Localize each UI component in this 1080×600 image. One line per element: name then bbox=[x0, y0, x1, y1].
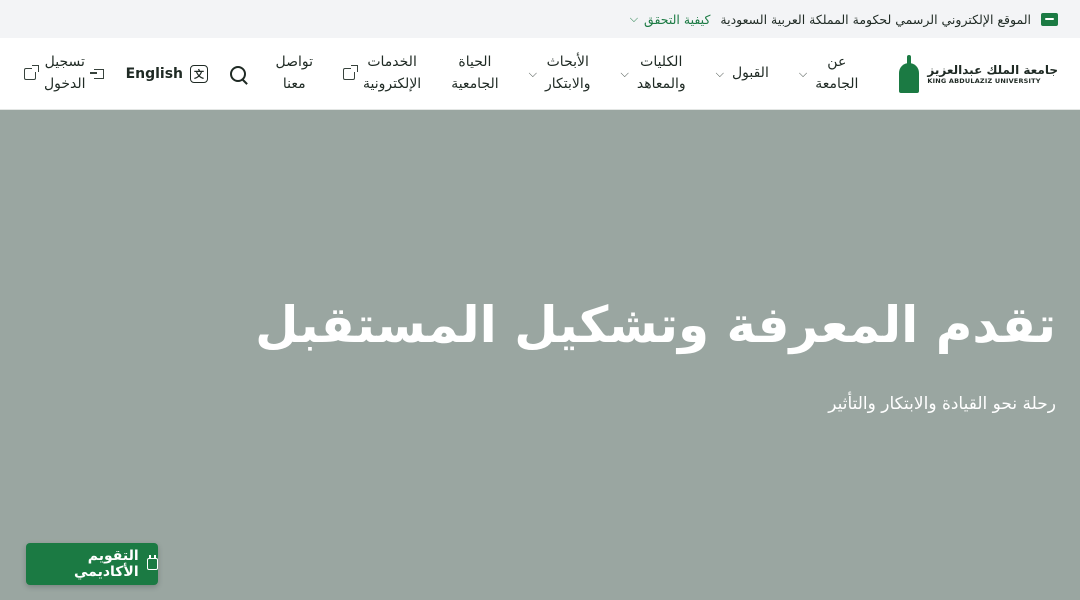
nav-item-campus-life[interactable]: الحياة الجامعية bbox=[436, 52, 513, 95]
verify-label: كيفية التحقق bbox=[644, 11, 711, 27]
nav-item-contact[interactable]: تواصل معنا bbox=[260, 52, 328, 95]
verify-link[interactable]: كيفية التحقق ⌵ bbox=[630, 12, 711, 27]
translate-icon: 文 bbox=[190, 64, 209, 83]
language-switch[interactable]: 文 English bbox=[126, 64, 209, 83]
calendar-icon bbox=[146, 555, 158, 570]
nav-item-colleges[interactable]: الكليات والمعاهد ⌵ bbox=[606, 52, 701, 95]
hero-subtitle: رحلة نحو القيادة والابتكار والتأثير bbox=[828, 394, 1056, 414]
hero-title: تقدم المعرفة وتشكيل المستقبل bbox=[255, 296, 1056, 354]
nav-menu: عن الجامعة ⌵ القبول ⌵ الكليات والمعاهد ⌵… bbox=[246, 52, 873, 95]
nav-item-about[interactable]: عن الجامعة ⌵ bbox=[784, 52, 874, 95]
chevron-down-icon: ⌵ bbox=[620, 66, 629, 80]
saudi-flag-icon bbox=[1041, 12, 1058, 26]
academic-calendar-button[interactable]: التقويم الأكاديمي bbox=[26, 543, 158, 585]
main-nav: جامعة الملك عبدالعزيز KING ABDULAZIZ UNI… bbox=[0, 38, 1080, 110]
nav-tools: 文 English تسجيل الدخول bbox=[24, 52, 247, 95]
chevron-down-icon: ⌵ bbox=[715, 66, 724, 80]
nav-item-research[interactable]: الأبحاث والابتكار ⌵ bbox=[514, 52, 606, 95]
external-link-icon bbox=[342, 64, 358, 80]
login-label: تسجيل الدخول bbox=[44, 53, 86, 92]
search-icon[interactable] bbox=[230, 65, 247, 82]
nav-item-e-services[interactable]: الخدمات الإلكترونية bbox=[328, 52, 436, 95]
gov-banner: الموقع الإلكتروني الرسمي لحكومة المملكة … bbox=[0, 0, 1080, 38]
login-icon bbox=[89, 68, 104, 79]
logo-arabic-text: جامعة الملك عبدالعزيز bbox=[927, 62, 1058, 77]
gov-banner-text: الموقع الإلكتروني الرسمي لحكومة المملكة … bbox=[720, 11, 1031, 27]
chevron-down-icon: ⌵ bbox=[629, 12, 639, 25]
university-emblem-icon bbox=[897, 54, 921, 93]
hero-banner: تقدم المعرفة وتشكيل المستقبل رحلة نحو ال… bbox=[0, 110, 1080, 600]
login-button[interactable]: تسجيل الدخول bbox=[24, 52, 104, 95]
nav-item-admission[interactable]: القبول ⌵ bbox=[701, 63, 784, 85]
logo-english-text: KING ABDULAZIZ UNIVERSITY bbox=[927, 76, 1041, 85]
chevron-down-icon: ⌵ bbox=[798, 66, 808, 80]
external-link-icon bbox=[24, 64, 39, 80]
chevron-down-icon: ⌵ bbox=[528, 66, 537, 80]
university-logo[interactable]: جامعة الملك عبدالعزيز KING ABDULAZIZ UNI… bbox=[897, 54, 1058, 93]
